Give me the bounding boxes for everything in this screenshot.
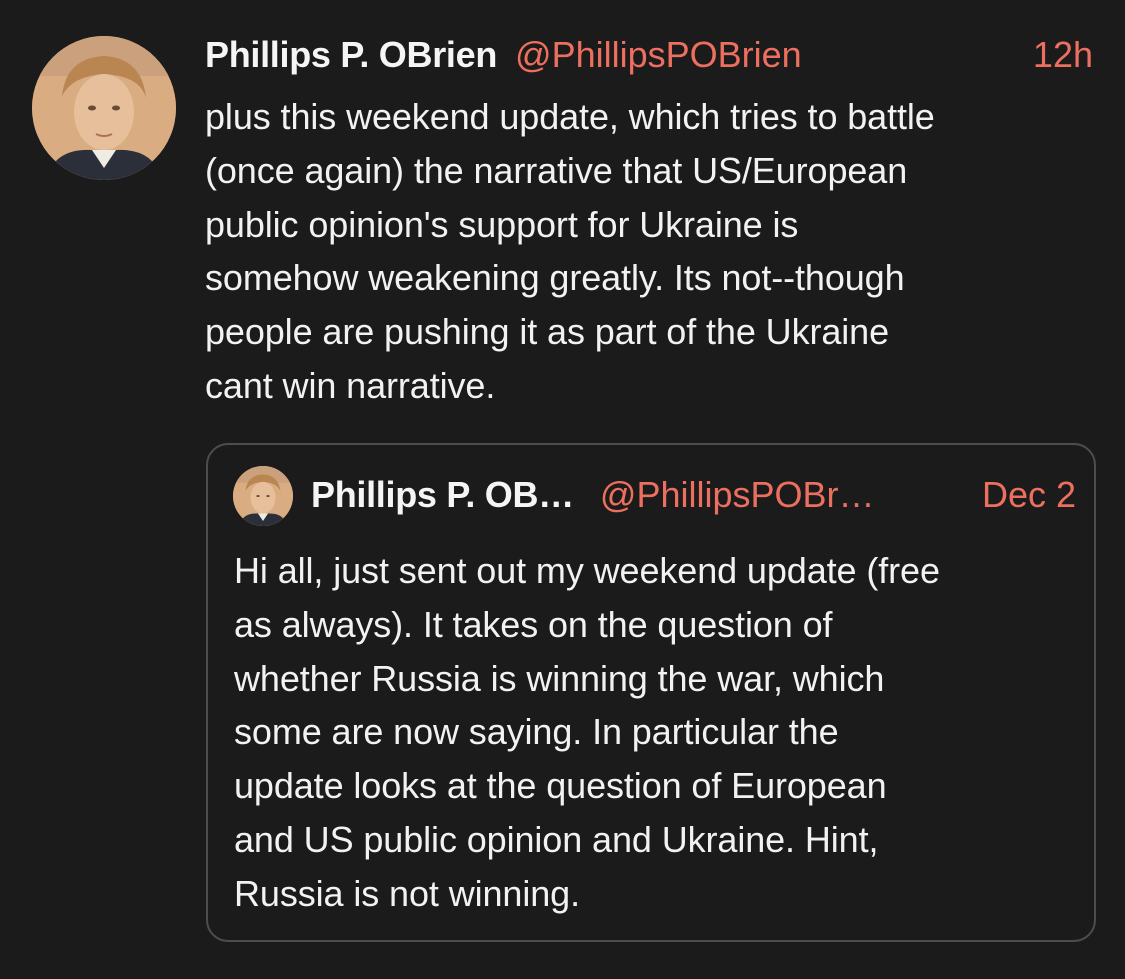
- quoted-tweet-card[interactable]: Phillips P. OB… @PhillipsPOBr… Dec 2 Hi …: [206, 443, 1096, 942]
- quoted-author-name: Phillips P. OB…: [311, 474, 574, 515]
- tweet-header: Phillips P. OBrien @PhillipsPOBrien 12h: [205, 30, 1095, 80]
- avatar-photo: [32, 36, 176, 180]
- avatar[interactable]: [32, 36, 176, 180]
- quoted-avatar: [233, 466, 293, 526]
- quoted-tweet-date: Dec 2: [981, 474, 1076, 515]
- author-name[interactable]: Phillips P. OBrien: [205, 34, 497, 76]
- quoted-tweet-header: Phillips P. OB… @PhillipsPOBr… Dec 2: [311, 467, 1076, 523]
- author-handle[interactable]: @PhillipsPOBrien: [515, 34, 802, 76]
- tweet-timestamp[interactable]: 12h: [1033, 34, 1095, 76]
- quoted-avatar-photo: [233, 466, 293, 526]
- quoted-author-handle: @PhillipsPOBr…: [599, 474, 875, 515]
- quoted-tweet-text: Hi all, just sent out my weekend update …: [234, 550, 940, 914]
- tweet-text: plus this weekend update, which tries to…: [205, 96, 935, 406]
